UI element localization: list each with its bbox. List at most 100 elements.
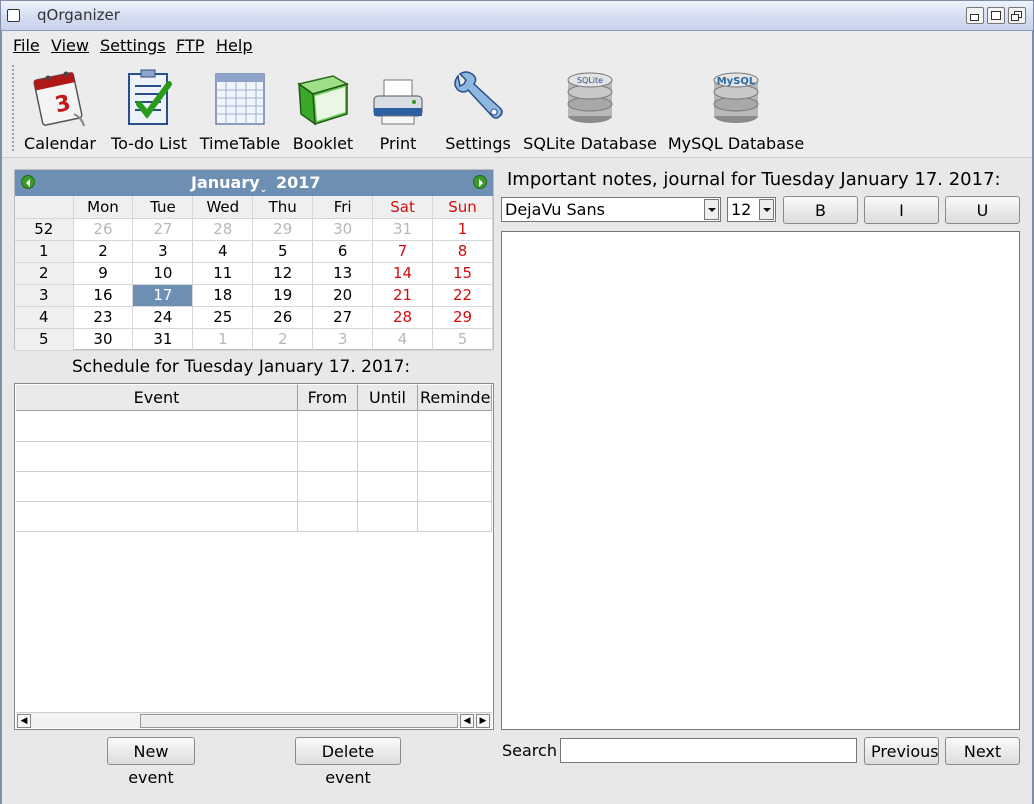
table-cell[interactable] bbox=[358, 472, 418, 502]
print-button[interactable]: Print bbox=[367, 64, 429, 156]
table-cell[interactable] bbox=[298, 472, 358, 502]
table-cell[interactable] bbox=[16, 442, 298, 472]
calendar-day[interactable]: 2 bbox=[73, 240, 134, 263]
calendar-day[interactable]: 20 bbox=[312, 284, 374, 307]
calendar-day[interactable]: 5 bbox=[432, 328, 493, 351]
previous-month-icon[interactable] bbox=[21, 175, 35, 189]
table-cell[interactable] bbox=[358, 442, 418, 472]
next-button[interactable]: Next bbox=[945, 737, 1020, 765]
table-cell[interactable] bbox=[418, 442, 492, 472]
table-row[interactable] bbox=[16, 412, 492, 442]
calendar-day[interactable]: 24 bbox=[132, 306, 194, 329]
todo-list-button[interactable]: To-do List bbox=[108, 64, 190, 156]
table-row[interactable] bbox=[16, 472, 492, 502]
menu-settings[interactable]: Settings bbox=[100, 36, 166, 55]
week-number[interactable]: 1 bbox=[15, 240, 74, 263]
calendar-day[interactable]: 22 bbox=[432, 284, 493, 307]
calendar-day[interactable]: 5 bbox=[252, 240, 314, 263]
table-cell[interactable] bbox=[358, 502, 418, 532]
scroll-right-icon[interactable]: ▶ bbox=[476, 714, 490, 728]
table-cell[interactable] bbox=[16, 412, 298, 442]
menu-file[interactable]: File bbox=[13, 36, 40, 55]
calendar-day[interactable]: 15 bbox=[432, 262, 493, 285]
table-cell[interactable] bbox=[16, 502, 298, 532]
calendar-day[interactable]: 1 bbox=[432, 218, 493, 241]
week-number[interactable]: 52 bbox=[15, 218, 74, 241]
next-month-icon[interactable] bbox=[473, 175, 487, 189]
table-cell[interactable] bbox=[298, 412, 358, 442]
calendar-day[interactable]: 21 bbox=[372, 284, 434, 307]
calendar-day[interactable]: 4 bbox=[192, 240, 254, 263]
calendar-day[interactable]: 30 bbox=[312, 218, 374, 241]
week-number[interactable]: 5 bbox=[15, 328, 74, 351]
calendar-day[interactable]: 27 bbox=[132, 218, 194, 241]
sqlite-database-button[interactable]: SQLite SQLite Database bbox=[522, 64, 658, 156]
scroll-left-icon[interactable]: ◀ bbox=[460, 714, 474, 728]
chevron-down-icon[interactable] bbox=[704, 199, 719, 220]
table-cell[interactable] bbox=[298, 442, 358, 472]
window-menu-icon[interactable] bbox=[7, 9, 20, 22]
table-row[interactable] bbox=[16, 502, 492, 532]
underline-button[interactable]: U bbox=[945, 196, 1020, 224]
menu-view[interactable]: View bbox=[51, 36, 89, 55]
column-header-event[interactable]: Event bbox=[16, 385, 298, 411]
calendar-day[interactable]: 1 bbox=[192, 328, 254, 351]
table-row[interactable] bbox=[16, 442, 492, 472]
previous-button[interactable]: Previous bbox=[864, 737, 939, 765]
font-size-select[interactable]: 12 bbox=[727, 197, 776, 222]
calendar-day[interactable]: 29 bbox=[252, 218, 314, 241]
calendar-day[interactable]: 13 bbox=[312, 262, 374, 285]
calendar-day[interactable]: 6 bbox=[312, 240, 374, 263]
minimize-button[interactable] bbox=[966, 7, 984, 24]
scroll-left-icon[interactable]: ◀ bbox=[17, 714, 31, 728]
calendar-day[interactable]: 9 bbox=[73, 262, 134, 285]
calendar-day[interactable]: 26 bbox=[73, 218, 134, 241]
calendar-day[interactable]: 4 bbox=[372, 328, 434, 351]
search-input[interactable] bbox=[560, 738, 857, 763]
calendar-day[interactable]: 31 bbox=[372, 218, 434, 241]
new-event-button[interactable]: New event bbox=[107, 737, 195, 787]
scrollbar-thumb[interactable] bbox=[140, 714, 458, 728]
calendar-day[interactable]: 26 bbox=[252, 306, 314, 329]
maximize-button[interactable] bbox=[987, 7, 1005, 24]
notes-editor[interactable] bbox=[501, 231, 1020, 730]
mysql-database-button[interactable]: MySQL MySQL Database bbox=[666, 64, 806, 156]
month-selector[interactable]: January⌄ bbox=[191, 173, 267, 195]
toolbar-grip[interactable] bbox=[11, 64, 15, 152]
booklet-button[interactable]: Booklet bbox=[289, 64, 357, 156]
calendar-day[interactable]: 27 bbox=[312, 306, 374, 329]
calendar-day[interactable]: 11 bbox=[192, 262, 254, 285]
calendar-day[interactable]: 25 bbox=[192, 306, 254, 329]
column-header-until[interactable]: Until bbox=[358, 385, 418, 411]
calendar-day[interactable]: 8 bbox=[432, 240, 493, 263]
calendar-day[interactable]: 29 bbox=[432, 306, 493, 329]
column-header-reminder[interactable]: Reminder bbox=[418, 385, 492, 411]
column-header-from[interactable]: From bbox=[298, 385, 358, 411]
week-number[interactable]: 2 bbox=[15, 262, 74, 285]
week-number[interactable]: 3 bbox=[15, 284, 74, 307]
calendar-day[interactable]: 28 bbox=[372, 306, 434, 329]
calendar-day[interactable]: 3 bbox=[132, 240, 194, 263]
horizontal-scrollbar[interactable]: ◀ ◀ ▶ bbox=[16, 712, 492, 728]
table-cell[interactable] bbox=[418, 502, 492, 532]
calendar-day[interactable]: 18 bbox=[192, 284, 254, 307]
table-cell[interactable] bbox=[16, 472, 298, 502]
italic-button[interactable]: I bbox=[864, 196, 939, 224]
calendar-day[interactable]: 23 bbox=[73, 306, 134, 329]
calendar-day[interactable]: 16 bbox=[73, 284, 134, 307]
delete-event-button[interactable]: Delete event bbox=[295, 737, 401, 787]
font-family-select[interactable]: DejaVu Sans bbox=[501, 197, 721, 222]
calendar-day[interactable]: 19 bbox=[252, 284, 314, 307]
calendar-day[interactable]: 30 bbox=[73, 328, 134, 351]
calendar-day[interactable]: 3 bbox=[312, 328, 374, 351]
settings-button[interactable]: Settings bbox=[440, 64, 516, 156]
menu-ftp[interactable]: FTP bbox=[176, 36, 204, 55]
table-cell[interactable] bbox=[418, 472, 492, 502]
bold-button[interactable]: B bbox=[783, 196, 858, 224]
menu-help[interactable]: Help bbox=[216, 36, 252, 55]
calendar-day[interactable]: 14 bbox=[372, 262, 434, 285]
calendar-day[interactable]: 28 bbox=[192, 218, 254, 241]
year-selector[interactable]: 2017 bbox=[276, 173, 321, 192]
calendar-day[interactable]: 12 bbox=[252, 262, 314, 285]
calendar-day-selected[interactable]: 17 bbox=[132, 284, 194, 307]
